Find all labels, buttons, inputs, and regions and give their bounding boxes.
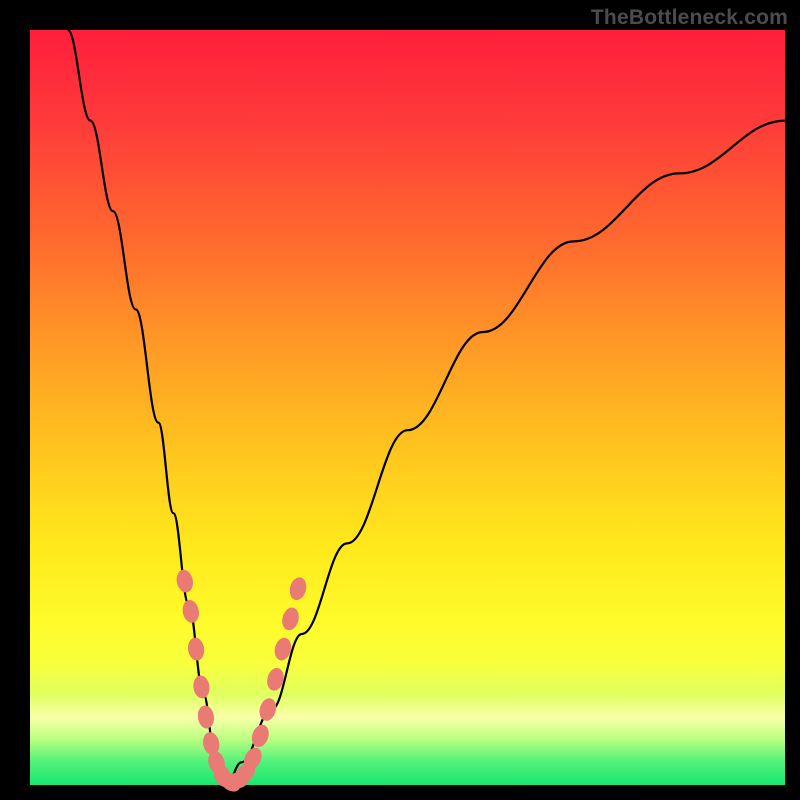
highlighted-range-beads — [175, 569, 308, 795]
watermark-text: TheBottleneck.com — [591, 6, 788, 30]
bottleneck-curve — [68, 30, 785, 785]
chart-frame: TheBottleneck.com — [0, 0, 800, 800]
plot-area — [30, 30, 785, 785]
chart-svg — [30, 30, 785, 785]
